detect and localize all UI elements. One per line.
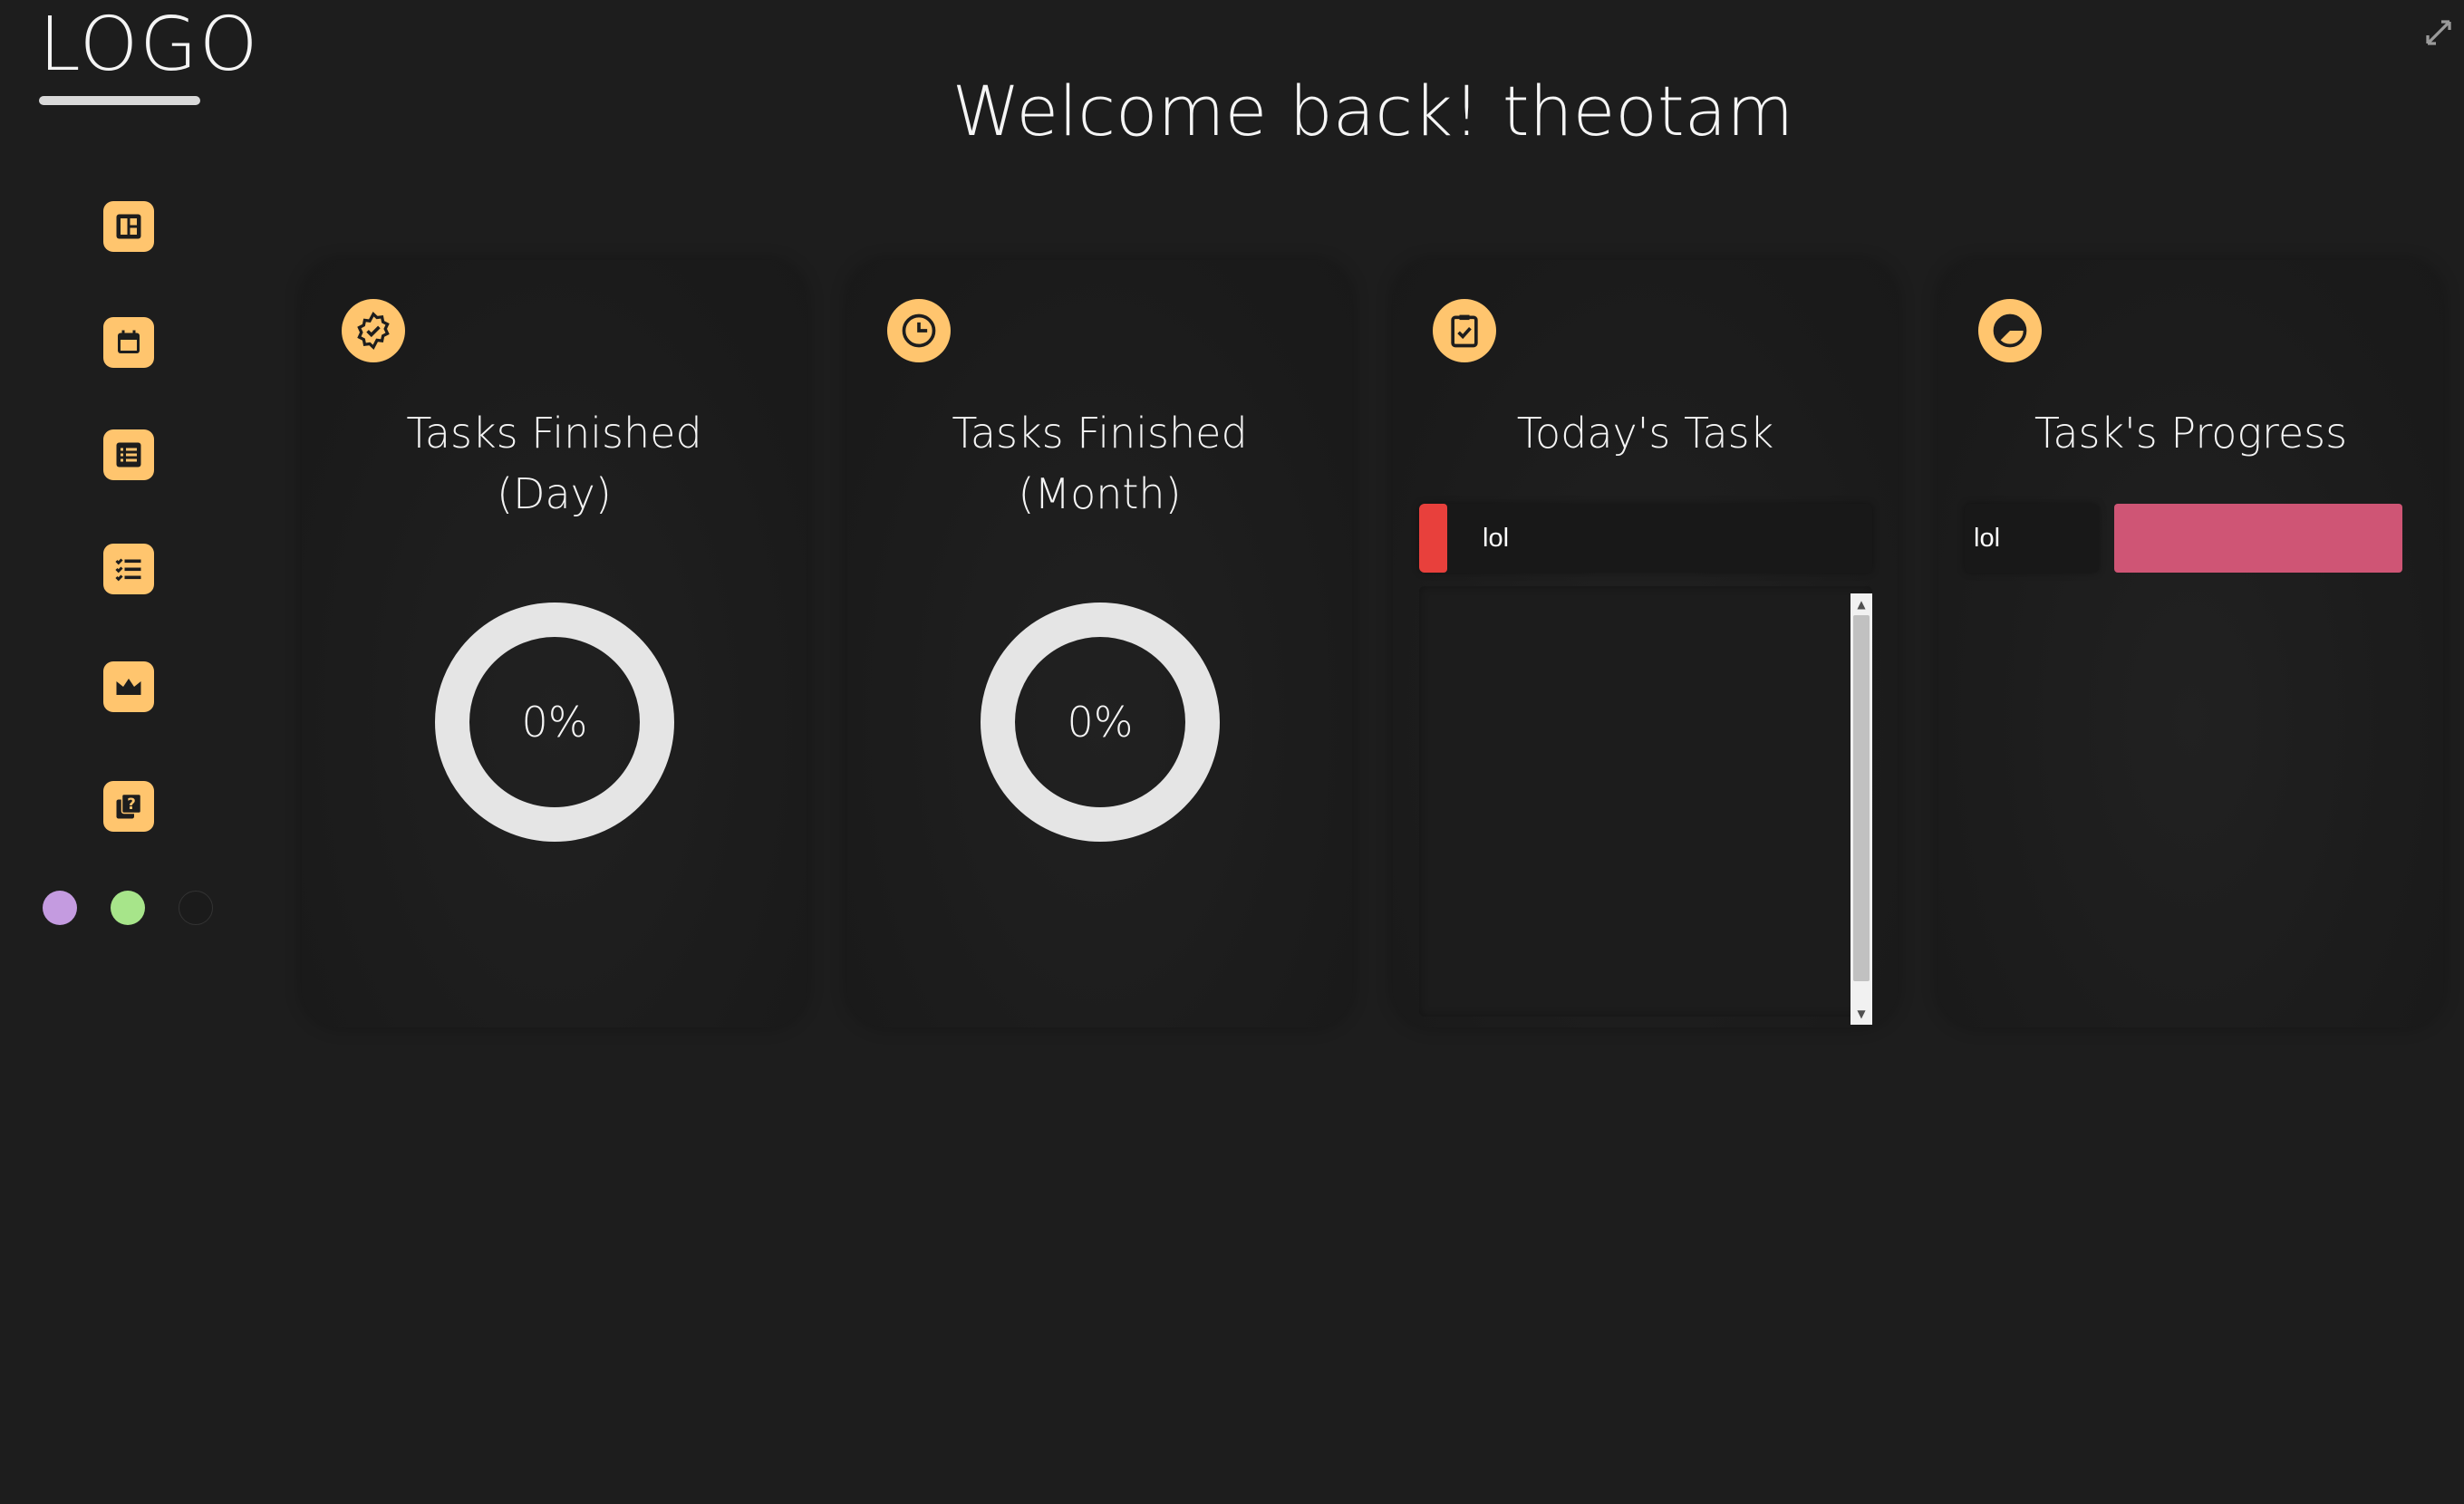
checklist-icon [115, 558, 141, 582]
help-icon: ? [116, 793, 142, 819]
task-list[interactable]: ▲ ▼ [1419, 586, 1872, 1025]
card-icon-day [342, 299, 405, 362]
progress-item-bar [2114, 504, 2402, 573]
clock-icon [902, 313, 936, 348]
scroll-up-arrow-icon[interactable]: ▲ [1850, 593, 1872, 615]
task-text: lol [1483, 524, 1510, 553]
card-icon-progress [1978, 299, 2042, 362]
scroll-down-arrow-icon[interactable]: ▼ [1850, 1003, 1872, 1025]
svg-text:?: ? [127, 795, 136, 813]
progress-item-text: lol [1974, 524, 2001, 553]
tasks-finished-month-card: Tasks Finished (Month) 0% [847, 260, 1352, 1027]
task-color-marker [1419, 504, 1447, 573]
percent-label-month: 0% [1067, 698, 1134, 747]
nav-crown-button[interactable] [103, 661, 154, 712]
card-title-progress: Task's Progress [2034, 409, 2348, 458]
crown-icon [116, 679, 141, 695]
theme-dark-button[interactable] [179, 891, 213, 925]
card-title-day-line2: (Day) [497, 469, 612, 518]
card-title-month: Tasks Finished (Month) [847, 403, 1352, 525]
card-title-month-line2: (Month) [1018, 469, 1182, 518]
task-list-scrollbar[interactable]: ▲ ▼ [1850, 593, 1872, 1025]
todays-task-card: Today's Task lol ▲ ▼ [1393, 260, 1898, 1027]
clipboard-check-icon [1451, 314, 1478, 348]
badge-check-icon [357, 311, 390, 351]
theme-green-button[interactable] [111, 891, 145, 925]
scroll-thumb[interactable] [1853, 615, 1870, 981]
tasks-finished-day-card: Tasks Finished (Day) 0% [302, 260, 807, 1027]
card-title-day-line1: Tasks Finished [406, 409, 702, 458]
nav-dashboard-button[interactable] [103, 201, 154, 252]
card-icon-today [1433, 299, 1496, 362]
card-title-today: Today's Task [1516, 409, 1774, 458]
nav-checklist-button[interactable] [103, 544, 154, 594]
tasks-progress-card: Task's Progress lol [1938, 260, 2443, 1027]
expand-icon[interactable] [2422, 16, 2455, 49]
list-icon [116, 442, 141, 468]
nav-calendar-button[interactable] [103, 317, 154, 368]
card-title-day: Tasks Finished (Day) [302, 403, 807, 525]
card-title-month-line1: Tasks Finished [952, 409, 1248, 458]
progress-item-label: lol [1965, 504, 2099, 573]
percent-label-day: 0% [521, 698, 588, 747]
welcome-heading: Welcome back! theotam [952, 71, 1794, 151]
theme-purple-button[interactable] [43, 891, 77, 925]
nav-list-button[interactable] [103, 429, 154, 480]
card-icon-month [887, 299, 951, 362]
task-item[interactable]: lol [1419, 504, 1872, 573]
dashboard-icon [116, 214, 141, 239]
nav-help-button[interactable]: ? [103, 781, 154, 832]
pie-chart-icon [1993, 313, 2027, 348]
calendar-icon [118, 330, 140, 353]
dashboard-page: LOGO ? Welcome back! theotam Tasks Finis… [0, 0, 2464, 1504]
